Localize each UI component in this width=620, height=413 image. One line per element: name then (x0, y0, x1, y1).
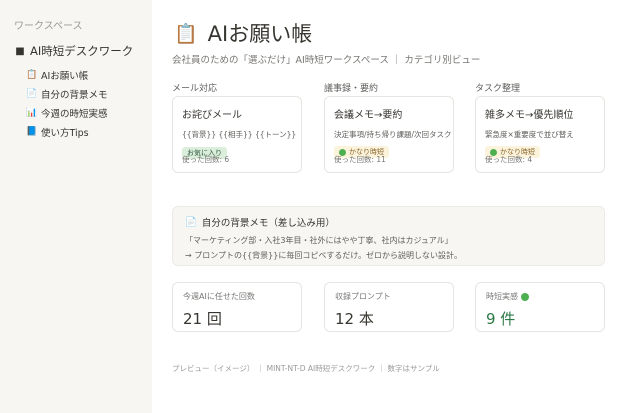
page-title: 📋 AIお願い帳 (174, 18, 312, 48)
sidebar-item-weekly-timesave[interactable]: 📊 今週の時短実感 (26, 106, 108, 120)
sidebar-item-workspace-root[interactable]: ■ AI時短デスクワーク (14, 43, 133, 59)
category-label-tasks: タスク整理 (475, 84, 521, 94)
usage-count: 使った回数: 11 (334, 155, 386, 164)
sidebar-item-ai-onegai[interactable]: 📋 AIお願い帳 (26, 68, 88, 82)
chart-icon: 📊 (26, 108, 38, 118)
category-label-minutes: 議事録・要約 (324, 84, 379, 94)
sidebar-item-tips[interactable]: 📘 使い方Tips (26, 125, 89, 139)
memo-title: 📄 自分の背景メモ（差し込み用） (185, 216, 335, 230)
stat-card-prompt-count: 収録プロンプト 12 本 (324, 282, 454, 332)
green-dot-icon (521, 292, 529, 301)
stat-label: 収録プロンプト (335, 292, 391, 301)
stat-value: 21 回 (183, 310, 222, 328)
sidebar-item-label: AIお願い帳 (41, 71, 89, 82)
usage-count: 使った回数: 6 (182, 155, 230, 164)
stat-label: 今週AIに任せた回数 (183, 292, 255, 301)
page-subtitle: 会社員のための「選ぶだけ」AI時短ワークスペース ｜ カテゴリ別ビュー (172, 55, 481, 66)
page-title-text: AIお願い帳 (207, 22, 313, 46)
category-label-mail: メール対応 (172, 84, 218, 94)
stat-card-ai-count: 今週AIに任せた回数 21 回 (172, 282, 302, 332)
sidebar-root-label: AI時短デスクワーク (30, 44, 134, 58)
clipboard-icon: 📋 (26, 70, 38, 80)
folder-icon: ■ (15, 45, 25, 57)
sidebar-item-background-memo[interactable]: 📄 自分の背景メモ (26, 87, 108, 101)
memo-line: 「マーケティング部・入社3年目・社外にはやや丁寧、社内はカジュアル」 (185, 236, 453, 245)
prompt-card-apology-mail[interactable]: お詫びメール {{背景}} {{相手}} {{トーン}} お気に入り 使った回数… (172, 96, 302, 173)
memo-icon: 📄 (185, 216, 197, 228)
book-icon: 📘 (26, 127, 38, 137)
memo-line: → プロンプトの{{背景}}に毎回コピペするだけ。ゼロから説明しない設計。 (185, 251, 462, 260)
sidebar-item-label: 使い方Tips (41, 128, 89, 139)
card-description: 決定事項/持ち帰り課題/次回タスク (334, 130, 452, 139)
sidebar-item-label: 自分の背景メモ (41, 90, 108, 101)
main-content: 📋 AIお願い帳 会社員のための「選ぶだけ」AI時短ワークスペース ｜ カテゴリ… (152, 0, 620, 413)
footer-note: プレビュー（イメージ） ｜ MINT-NT-D AI時短デスクワーク ｜ 数字は… (172, 364, 440, 373)
card-title: お詫びメール (182, 110, 242, 121)
clipboard-icon: 📋 (174, 22, 198, 45)
stat-label: 時短実感 (486, 291, 594, 302)
stat-value: 12 本 (335, 310, 374, 328)
memo-icon: 📄 (26, 89, 38, 99)
workspace-label: ワークスペース (14, 21, 83, 32)
card-description: {{背景}} {{相手}} {{トーン}} (182, 130, 297, 139)
sidebar-item-label: 今週の時短実感 (41, 109, 108, 120)
prompt-card-task-priority[interactable]: 雑多メモ→優先順位 緊急度×重要度で並び替え かなり時短 使った回数: 4 (475, 96, 605, 173)
usage-count: 使った回数: 4 (485, 155, 533, 164)
stat-value: 9 件 (486, 310, 516, 328)
background-memo-callout[interactable]: 📄 自分の背景メモ（差し込み用） 「マーケティング部・入社3年目・社外にはやや丁… (172, 206, 605, 266)
card-description: 緊急度×重要度で並び替え (485, 130, 574, 139)
card-title: 雑多メモ→優先順位 (485, 110, 574, 121)
prompt-card-meeting-summary[interactable]: 会議メモ→要約 決定事項/持ち帰り課題/次回タスク かなり時短 使った回数: 1… (324, 96, 454, 173)
sidebar: ワークスペース ■ AI時短デスクワーク 📋 AIお願い帳 📄 自分の背景メモ … (0, 0, 152, 413)
stat-card-timesave: 時短実感 9 件 (475, 282, 605, 332)
card-title: 会議メモ→要約 (334, 110, 403, 121)
